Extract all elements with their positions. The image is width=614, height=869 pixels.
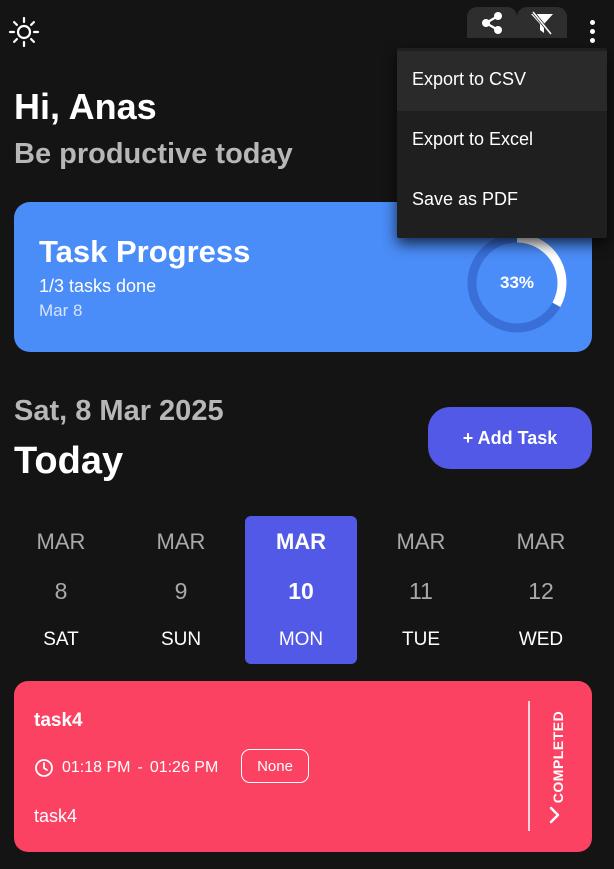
card-divider bbox=[528, 701, 530, 831]
day-item[interactable]: MAR 10 MON bbox=[245, 516, 357, 664]
more-vertical-icon[interactable] bbox=[580, 14, 604, 48]
progress-count: 1/3 tasks done bbox=[39, 276, 157, 296]
theme-toggle-sun-icon[interactable] bbox=[8, 16, 40, 48]
day-weekday: WED bbox=[518, 629, 564, 650]
day-weekday: SAT bbox=[43, 629, 79, 650]
day-weekday: SUN bbox=[160, 629, 202, 650]
share-button[interactable] bbox=[467, 7, 517, 38]
day-item[interactable]: MAR 9 SUN bbox=[125, 516, 237, 664]
day-month: MAR bbox=[275, 529, 327, 554]
menu-item-export-excel[interactable]: Export to Excel bbox=[397, 111, 607, 171]
day-weekday: MON bbox=[278, 629, 324, 650]
greeting-subtitle: Be productive today bbox=[14, 138, 293, 170]
day-month: MAR bbox=[36, 529, 86, 554]
day-item[interactable]: MAR 8 SAT bbox=[5, 516, 117, 664]
progress-title: Task Progress bbox=[39, 234, 251, 269]
filter-icon bbox=[531, 10, 553, 35]
day-number: 9 bbox=[174, 578, 188, 604]
task-time-row: 01:18 PM - 01:26 PM bbox=[34, 755, 218, 781]
task-tag-badge: None bbox=[241, 749, 309, 783]
task-end-time: 01:26 PM bbox=[149, 759, 219, 776]
today-heading: Today bbox=[14, 440, 124, 482]
day-number: 8 bbox=[54, 578, 68, 604]
status-label: COMPLETED bbox=[550, 710, 566, 804]
day-weekday: TUE bbox=[402, 629, 440, 650]
filter-button[interactable] bbox=[517, 7, 567, 38]
share-icon bbox=[482, 11, 502, 34]
day-item[interactable]: MAR 11 TUE bbox=[365, 516, 477, 664]
day-month: MAR bbox=[156, 529, 206, 554]
progress-percent: 33% bbox=[499, 273, 535, 292]
export-menu: Export to CSV Export to Excel Save as PD… bbox=[397, 48, 607, 238]
progress-date: Mar 8 bbox=[39, 301, 83, 320]
menu-item-export-csv[interactable]: Export to CSV bbox=[397, 51, 607, 111]
day-number: 10 bbox=[288, 578, 314, 604]
day-number: 12 bbox=[528, 578, 554, 604]
greeting-title: Hi, Anas bbox=[14, 86, 157, 127]
task-start-time: 01:18 PM bbox=[62, 759, 131, 776]
time-separator: - bbox=[137, 759, 143, 776]
day-month: MAR bbox=[396, 529, 446, 554]
task-status: COMPLETED bbox=[541, 703, 575, 825]
day-month: MAR bbox=[516, 529, 566, 554]
day-item[interactable]: MAR 12 WED bbox=[485, 516, 597, 664]
current-date: Sat, 8 Mar 2025 bbox=[14, 395, 224, 427]
add-task-button[interactable]: + Add Task bbox=[428, 407, 592, 469]
check-icon bbox=[549, 806, 560, 824]
task-description: task4 bbox=[34, 806, 78, 826]
clock-icon bbox=[35, 759, 53, 777]
task-card[interactable]: task4 01:18 PM - 01:26 PM None task4 COM… bbox=[14, 681, 592, 852]
menu-item-save-pdf[interactable]: Save as PDF bbox=[397, 171, 607, 231]
task-title: task4 bbox=[34, 710, 83, 731]
day-number: 11 bbox=[409, 578, 433, 604]
